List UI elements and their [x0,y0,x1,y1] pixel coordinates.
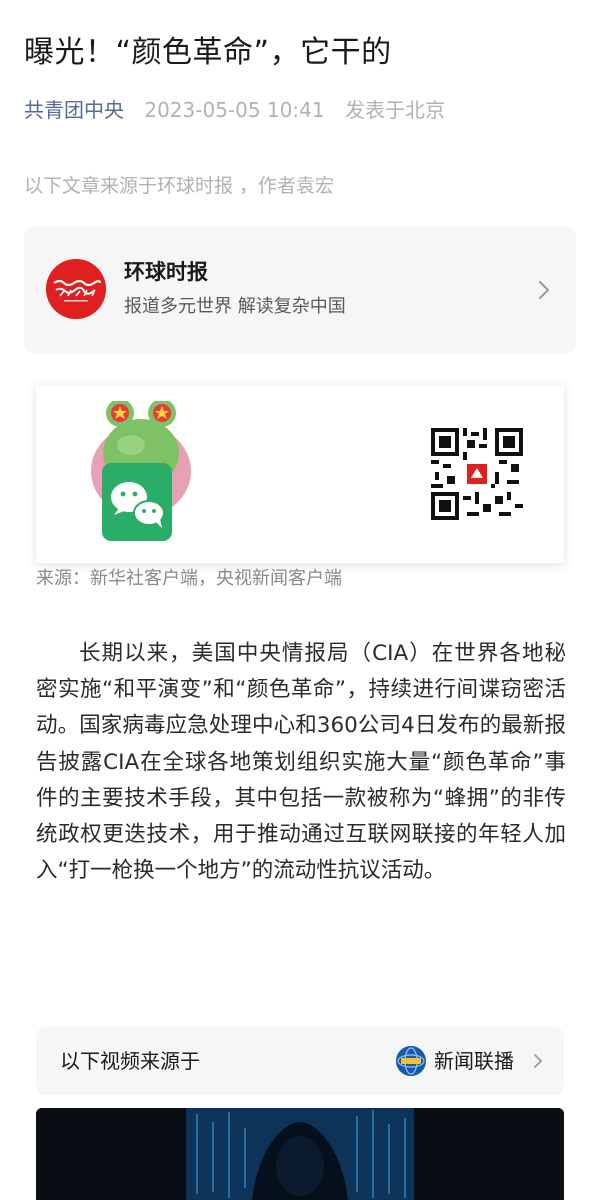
chevron-right-icon [532,1051,544,1071]
source-note: 以下文章来源于环球时报 ，作者袁宏 [24,175,335,197]
publish-location: 发表于北京 [344,98,445,122]
account-description: 报道多元世界 解读复杂中国 [124,296,346,317]
author-link[interactable]: 共青团中央 [24,98,124,122]
video-thumbnail[interactable] [36,1108,564,1200]
global-times-logo-icon [46,259,106,319]
account-name: 环球时报 [124,260,208,284]
xinwen-lianbo-logo-icon [396,1046,426,1076]
article-body: 长期以来，美国中央情报局（CIA）在世界各地秘密实施“和平演变”和“颜色革命”，… [36,641,566,884]
account-card[interactable]: 环球时报 报道多元世界 解读复杂中国 [24,227,576,353]
follow-banner [36,385,564,563]
video-source-name[interactable]: 新闻联播 [434,1046,514,1076]
chevron-right-icon [534,277,554,303]
article-title: 曝光！“颜色革命”，它干的 [24,35,392,70]
frog-wechat-mascot-icon [86,399,196,543]
video-source-label: 以下视频来源于 [60,1049,200,1073]
video-source-bar[interactable]: 以下视频来源于 新闻联播 [36,1027,564,1095]
article-meta: 共青团中央 2023-05-05 10:41 发表于北京 [24,95,445,125]
qr-code-icon [431,428,523,520]
image-caption: 来源：新华社客户端，央视新闻客户端 [36,568,342,589]
publish-date: 2023-05-05 10:41 [144,98,325,122]
